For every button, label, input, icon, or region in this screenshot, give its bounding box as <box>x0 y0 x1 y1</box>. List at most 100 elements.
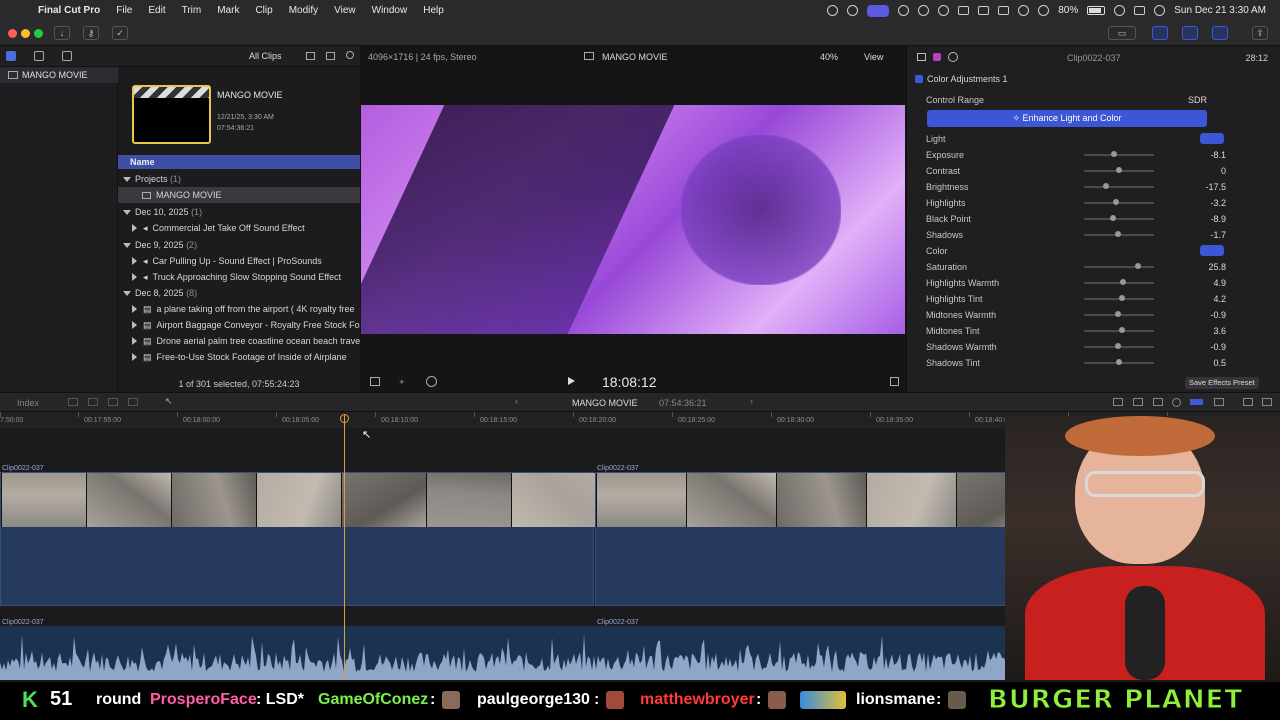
param-value[interactable]: -1.7 <box>1166 230 1226 240</box>
bluetooth-icon[interactable] <box>1018 5 1030 16</box>
audio-skimming-icon[interactable] <box>1153 398 1163 406</box>
param-value[interactable]: -0.9 <box>1166 310 1226 320</box>
effect-checkbox[interactable] <box>915 75 923 83</box>
snapping-icon[interactable] <box>1190 399 1203 405</box>
status-icon[interactable] <box>978 6 990 15</box>
color-auto-button[interactable] <box>1200 245 1224 256</box>
param-value[interactable]: 4.2 <box>1166 294 1226 304</box>
slider-knob[interactable] <box>1110 151 1117 157</box>
name-column-header[interactable]: Name <box>118 155 360 169</box>
wifi-icon[interactable] <box>1038 5 1050 16</box>
param-slider[interactable] <box>1084 183 1154 189</box>
param-value[interactable]: -0.9 <box>1166 342 1226 352</box>
param-slider[interactable] <box>1084 343 1154 349</box>
minimize-window-button[interactable] <box>21 29 30 38</box>
param-value[interactable]: -8.1 <box>1166 150 1226 160</box>
slider-knob[interactable] <box>1115 343 1122 349</box>
timeline[interactable]: Clip0022-037 Clip0022-037 Clip0022-037 C… <box>0 414 1280 680</box>
insert-icon[interactable] <box>88 398 98 406</box>
project-thumbnail[interactable] <box>132 85 211 144</box>
display-icon[interactable] <box>998 6 1010 15</box>
param-slider[interactable] <box>1084 215 1154 221</box>
list-view-icon[interactable] <box>306 52 315 60</box>
timeline-toggle-button[interactable] <box>1182 26 1198 40</box>
zoom-window-button[interactable] <box>34 29 43 38</box>
status-icon[interactable] <box>918 5 930 16</box>
list-item-selected[interactable]: MANGO MOVIE <box>118 187 360 203</box>
search-icon[interactable] <box>346 51 354 59</box>
param-value[interactable]: 25.8 <box>1166 262 1226 272</box>
titles-icon[interactable] <box>62 51 72 61</box>
timeline-project-name[interactable]: MANGO MOVIE <box>572 398 638 408</box>
speed-menu-icon[interactable] <box>426 376 437 387</box>
zoom-icon[interactable] <box>1113 398 1123 406</box>
color-inspector-icon[interactable] <box>933 53 941 61</box>
control-center-icon[interactable] <box>1134 6 1146 15</box>
viewer-timecode[interactable]: 18:08:12 <box>602 374 657 390</box>
group-dec8[interactable]: Dec 8, 2025 (8) <box>118 285 197 301</box>
slider-knob[interactable] <box>1114 231 1121 237</box>
enhance-light-color-button[interactable]: ✧ Enhance Light and Color <box>927 110 1207 127</box>
zoom-menu[interactable]: 40% <box>820 52 838 62</box>
video-frame[interactable] <box>361 105 905 334</box>
skimming-icon[interactable] <box>1133 398 1143 406</box>
slider-knob[interactable] <box>1103 183 1110 189</box>
library-item[interactable]: MANGO MOVIE <box>0 67 118 83</box>
param-slider[interactable] <box>1084 199 1154 205</box>
save-effects-preset-button[interactable]: Save Effects Preset <box>1185 377 1259 389</box>
list-item[interactable]: ▤ Free-to-Use Stock Footage of Inside of … <box>118 349 347 365</box>
param-value[interactable]: 4.9 <box>1166 278 1226 288</box>
close-window-button[interactable] <box>8 29 17 38</box>
list-item[interactable]: ◂ Commercial Jet Take Off Sound Effect <box>118 220 305 236</box>
apple-icon[interactable] <box>10 4 24 18</box>
overwrite-icon[interactable] <box>108 398 118 406</box>
all-clips-filter[interactable]: All Clips <box>249 51 282 61</box>
transform-menu-icon[interactable] <box>370 377 380 386</box>
status-icon[interactable] <box>898 5 910 16</box>
param-slider[interactable] <box>1084 327 1154 333</box>
slider-knob[interactable] <box>1135 263 1142 269</box>
control-range-select[interactable]: SDR <box>1188 95 1207 105</box>
enhance-menu-icon[interactable]: ✦ <box>398 377 406 388</box>
list-item[interactable]: ▤ a plane taking off from the airport ( 4… <box>118 301 354 317</box>
play-icon[interactable] <box>938 5 950 16</box>
clock[interactable]: Sun Dec 21 3:30 AM <box>1174 5 1266 16</box>
volume-icon[interactable] <box>958 6 970 15</box>
param-slider[interactable] <box>1084 151 1154 157</box>
menu-edit[interactable]: Edit <box>140 5 173 16</box>
clip-appearance-icon[interactable] <box>1214 398 1224 406</box>
param-value[interactable]: 0 <box>1166 166 1226 176</box>
keywords-button[interactable]: ⚷ <box>83 26 99 40</box>
slider-knob[interactable] <box>1119 279 1126 285</box>
slider-knob[interactable] <box>1115 311 1122 317</box>
status-icon[interactable] <box>827 5 839 16</box>
history-back-icon[interactable]: ‹ <box>515 396 518 406</box>
siri-icon[interactable] <box>1154 5 1166 16</box>
photos-icon[interactable] <box>34 51 44 61</box>
inspector-toggle-button[interactable] <box>1212 26 1228 40</box>
param-slider[interactable] <box>1084 279 1154 285</box>
menu-clip[interactable]: Clip <box>247 5 280 16</box>
playhead-head[interactable] <box>340 414 349 423</box>
solo-icon[interactable] <box>1172 398 1181 407</box>
group-projects[interactable]: Projects (1) <box>118 171 181 187</box>
param-value[interactable]: 3.6 <box>1166 326 1226 336</box>
slider-knob[interactable] <box>1119 295 1126 301</box>
param-value[interactable]: -8.9 <box>1166 214 1226 224</box>
slider-knob[interactable] <box>1118 327 1125 333</box>
slider-knob[interactable] <box>1113 199 1120 205</box>
search-icon[interactable] <box>1114 5 1126 16</box>
menu-file[interactable]: File <box>108 5 140 16</box>
menu-trim[interactable]: Trim <box>174 5 210 16</box>
index-button[interactable]: Index <box>17 398 39 408</box>
param-value[interactable]: 0.5 <box>1166 358 1226 368</box>
param-slider[interactable] <box>1084 359 1154 365</box>
play-icon[interactable] <box>568 377 575 385</box>
list-item[interactable]: ▤ Drone aerial palm tree coastline ocean … <box>118 333 360 349</box>
app-menu[interactable]: Final Cut Pro <box>30 5 108 16</box>
list-item[interactable]: ◂ Car Pulling Up - Sound Effect | ProSoun… <box>118 253 322 269</box>
history-forward-icon[interactable]: › <box>750 396 753 406</box>
menu-mark[interactable]: Mark <box>209 5 247 16</box>
param-slider[interactable] <box>1084 231 1154 237</box>
menu-help[interactable]: Help <box>415 5 452 16</box>
